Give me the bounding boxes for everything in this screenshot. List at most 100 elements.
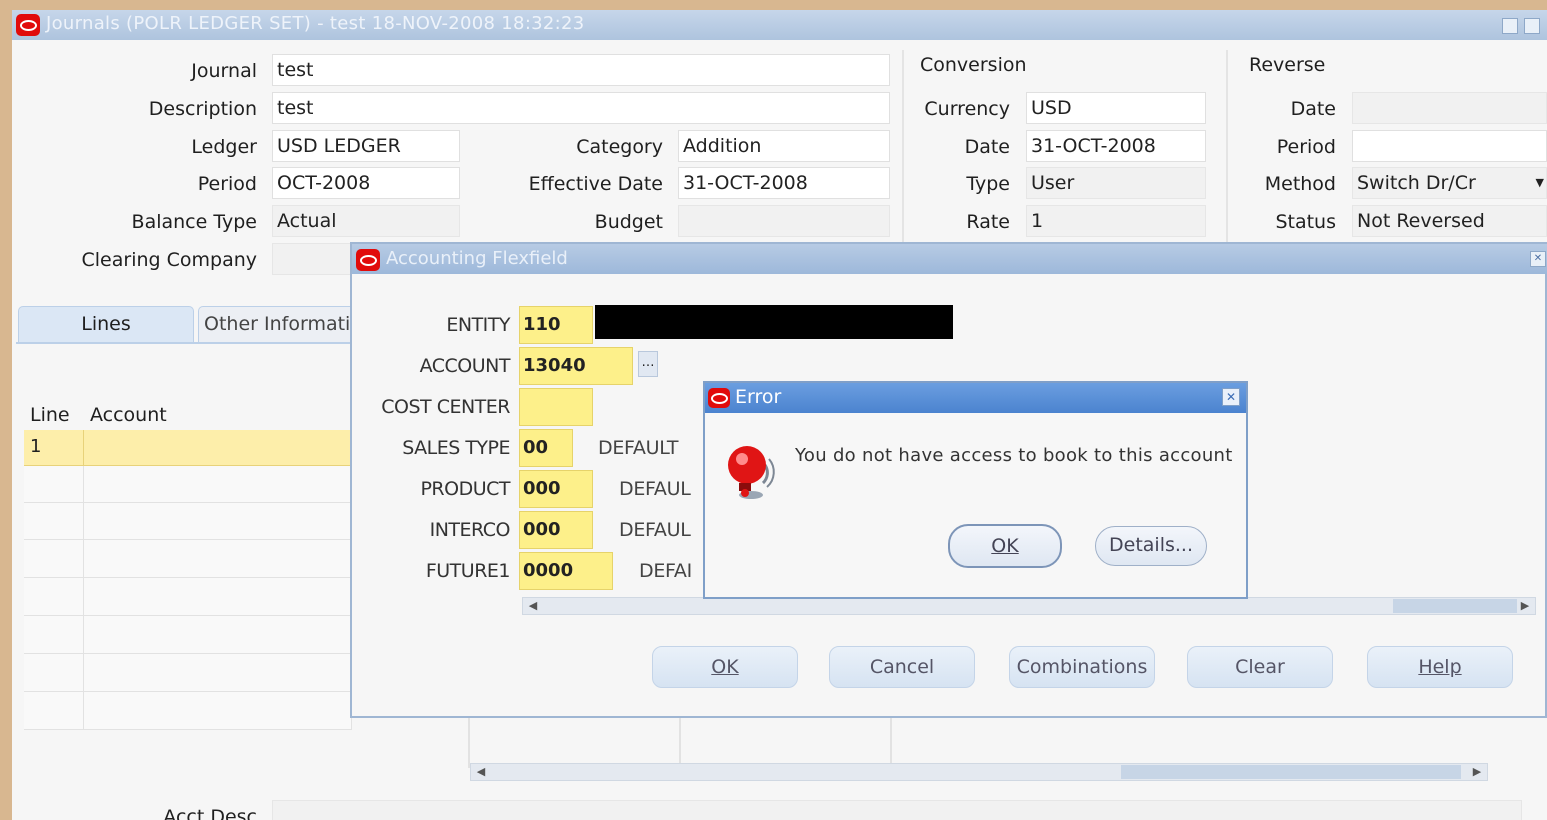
help-button[interactable]: Help (1367, 646, 1513, 688)
description-label: Description (148, 98, 257, 120)
oracle-logo-icon (356, 249, 380, 271)
lines-horizontal-scrollbar[interactable]: ◀ ▶ (470, 763, 1488, 781)
oracle-logo-icon (16, 14, 40, 36)
entity-field[interactable]: 110 (519, 306, 593, 344)
balance-type-label: Balance Type (131, 211, 257, 233)
account-cell-empty[interactable] (84, 578, 352, 616)
scroll-left-icon[interactable]: ◀ (473, 764, 489, 780)
category-field[interactable]: Addition (678, 130, 890, 162)
combinations-button[interactable]: Combinations (1009, 646, 1155, 688)
scroll-right-icon[interactable]: ▶ (1469, 764, 1485, 780)
reverse-date-field[interactable] (1352, 92, 1547, 124)
account-cell-empty[interactable] (84, 692, 352, 730)
conversion-group-border (902, 50, 904, 250)
sales-type-description: DEFAULT (598, 437, 679, 459)
future1-field[interactable]: 0000 (519, 552, 613, 590)
line-number-cell-empty[interactable] (24, 616, 84, 654)
ledger-field[interactable]: USD LEDGER (272, 130, 460, 162)
currency-label: Currency (924, 98, 1010, 120)
scrollbar-thumb[interactable] (1121, 765, 1461, 779)
account-cell-empty[interactable] (84, 616, 352, 654)
product-field[interactable]: 000 (519, 470, 593, 508)
line-number-cell-empty[interactable] (24, 540, 84, 578)
description-field[interactable]: test (272, 92, 890, 124)
balance-type-field[interactable]: Actual (272, 205, 460, 237)
line-number-cell[interactable]: 1 (24, 430, 84, 466)
error-title-bar[interactable]: Error ✕ (705, 383, 1246, 413)
scroll-right-icon[interactable]: ▶ (1517, 598, 1533, 614)
minimize-icon[interactable] (1502, 18, 1518, 34)
interco-description: DEFAUL (619, 519, 691, 541)
account-field[interactable]: 13040 (519, 347, 633, 385)
flexfield-horizontal-scrollbar[interactable]: ◀ ▶ (522, 597, 1536, 615)
journals-title-bar[interactable]: Journals (POLR LEDGER SET) - test 18-NOV… (12, 10, 1547, 40)
line-number-cell-empty[interactable] (24, 466, 84, 503)
account-cell-empty[interactable] (84, 654, 352, 692)
line-number-cell-empty[interactable] (24, 692, 84, 730)
flexfield-title: Accounting Flexfield (386, 248, 568, 269)
acct-desc-field[interactable] (272, 800, 1522, 820)
conversion-date-field[interactable]: 31-OCT-2008 (1026, 130, 1206, 162)
window-title: Journals (POLR LEDGER SET) - test 18-NOV… (46, 13, 585, 34)
account-cell-empty[interactable] (84, 503, 352, 540)
scrollbar-thumb[interactable] (1393, 599, 1517, 613)
line-number-cell-empty[interactable] (24, 654, 84, 692)
reverse-period-field[interactable] (1352, 130, 1547, 162)
sales-type-field[interactable]: 00 (519, 429, 573, 467)
rate-field[interactable]: 1 (1026, 205, 1206, 237)
error-title: Error (735, 386, 782, 408)
error-ok-button[interactable]: OK (948, 524, 1062, 568)
interco-field[interactable]: 000 (519, 511, 593, 549)
budget-label: Budget (594, 211, 663, 233)
journal-field[interactable]: test (272, 54, 890, 86)
flexfield-cancel-button[interactable]: Cancel (829, 646, 975, 688)
alarm-bell-icon (728, 446, 775, 499)
reverse-method-value: Switch Dr/Cr (1357, 172, 1476, 194)
reverse-status-field[interactable]: Not Reversed (1352, 205, 1547, 237)
reverse-status-label: Status (1275, 211, 1336, 233)
effective-date-label: Effective Date (528, 173, 663, 195)
oracle-logo-icon (708, 388, 730, 408)
list-of-values-icon[interactable]: … (638, 351, 658, 377)
account-cell-empty[interactable] (84, 466, 352, 503)
cost-center-label: COST CENTER (381, 396, 510, 418)
close-icon[interactable]: ✕ (1222, 388, 1240, 406)
tab-other-information[interactable]: Other Informatio (198, 306, 368, 342)
future1-description: DEFAI (639, 560, 692, 582)
acct-desc-label: Acct Desc (163, 806, 257, 820)
effective-date-field[interactable]: 31-OCT-2008 (678, 167, 890, 199)
ok-button-label: OK (711, 656, 739, 678)
line-number-cell-empty[interactable] (24, 578, 84, 616)
budget-field[interactable] (678, 205, 890, 237)
clear-button[interactable]: Clear (1187, 646, 1333, 688)
clear-button-label: Clear (1235, 656, 1285, 678)
maximize-icon[interactable] (1524, 18, 1540, 34)
conversion-type-field[interactable]: User (1026, 167, 1206, 199)
line-number-cell-empty[interactable] (24, 503, 84, 540)
flexfield-ok-button[interactable]: OK (652, 646, 798, 688)
flexfield-title-bar[interactable]: Accounting Flexfield ✕ (352, 244, 1547, 274)
account-cell-empty[interactable] (84, 540, 352, 578)
period-field[interactable]: OCT-2008 (272, 167, 460, 199)
tab-lines[interactable]: Lines (18, 306, 194, 342)
reverse-group-border (1226, 50, 1228, 250)
currency-field[interactable]: USD (1026, 92, 1206, 124)
entity-label: ENTITY (446, 314, 510, 336)
close-icon[interactable]: ✕ (1530, 251, 1546, 267)
error-details-label: Details... (1109, 534, 1193, 556)
reverse-method-select[interactable]: Switch Dr/Cr ▼ (1352, 167, 1547, 199)
dropdown-arrow-icon[interactable]: ▼ (1536, 168, 1544, 198)
redacted-description (595, 305, 953, 339)
error-details-button[interactable]: Details... (1095, 526, 1207, 566)
rate-label: Rate (966, 211, 1010, 233)
account-label: ACCOUNT (419, 355, 511, 377)
account-cell[interactable] (84, 430, 352, 466)
combinations-button-label: Combinations (1016, 656, 1148, 678)
journal-label: Journal (191, 60, 257, 82)
grid-divider (679, 716, 681, 768)
period-label: Period (197, 173, 257, 195)
conversion-group-label: Conversion (920, 54, 1027, 76)
scroll-left-icon[interactable]: ◀ (525, 598, 541, 614)
grid-divider (468, 716, 470, 768)
cost-center-field[interactable] (519, 388, 593, 426)
